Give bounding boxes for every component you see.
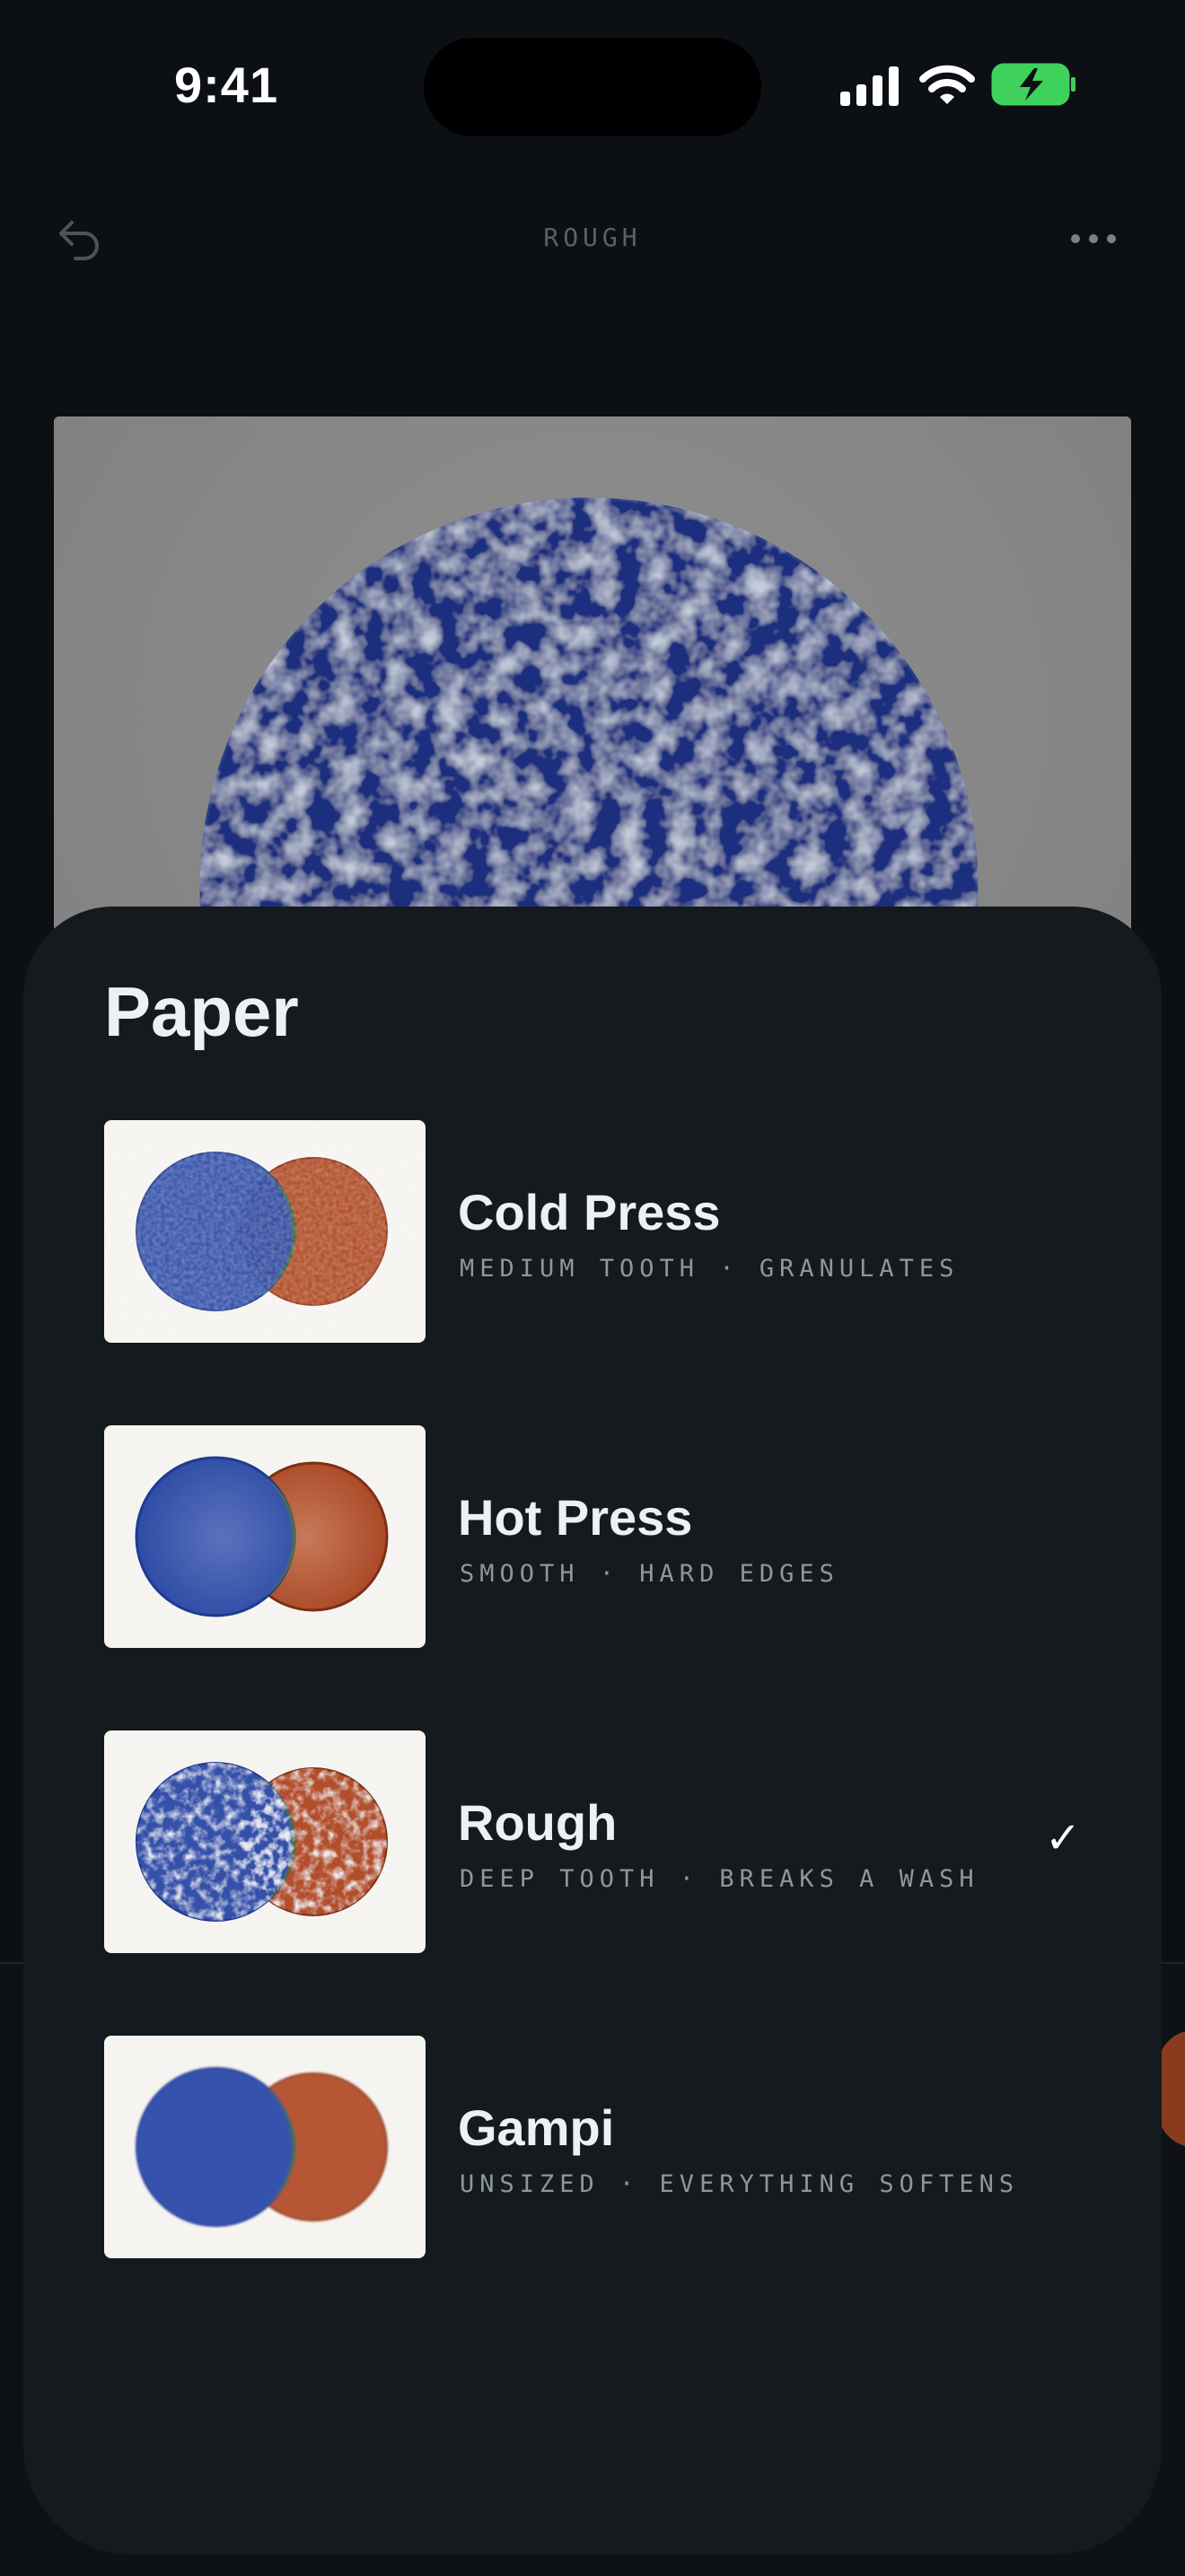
paper-thumbnail xyxy=(104,1730,426,1953)
paper-sheet: Paper Cold Press MEDIUM TOOTH · GRANULAT… xyxy=(23,907,1162,2554)
paper-option-name: Rough xyxy=(458,1794,618,1851)
wifi-icon xyxy=(919,65,975,104)
paper-option-name: Hot Press xyxy=(458,1489,693,1546)
battery-charging-icon xyxy=(991,63,1075,106)
paper-option-rough[interactable]: Rough DEEP TOOTH · BREAKS A WASH ✓ xyxy=(104,1730,1128,1955)
paper-thumbnail xyxy=(104,1120,426,1343)
status-time: 9:41 xyxy=(174,57,279,113)
paper-thumbnail xyxy=(104,1425,426,1648)
screen-title: ROUGH xyxy=(543,223,642,252)
more-icon[interactable] xyxy=(1068,232,1119,246)
dynamic-island xyxy=(424,38,761,136)
paper-option-desc: MEDIUM TOOTH · GRANULATES xyxy=(460,1255,960,1283)
paper-thumbnail xyxy=(104,2036,426,2258)
status-bar: 9:41 xyxy=(0,0,1185,171)
paper-option-name: Cold Press xyxy=(458,1184,721,1240)
paper-option-hot-press[interactable]: Hot Press SMOOTH · HARD EDGES xyxy=(104,1425,1128,1650)
paper-option-desc: UNSIZED · EVERYTHING SOFTENS xyxy=(460,2170,1020,2198)
paper-option-desc: DEEP TOOTH · BREAKS A WASH xyxy=(460,1865,979,1893)
sheet-title: Paper xyxy=(104,972,299,1051)
paper-option-name: Gampi xyxy=(458,2099,615,2156)
selected-checkmark-icon: ✓ xyxy=(1045,1815,1082,1862)
top-bar: ROUGH xyxy=(0,197,1185,278)
paper-option-gampi[interactable]: Gampi UNSIZED · EVERYTHING SOFTENS xyxy=(104,2036,1128,2260)
cellular-signal-icon xyxy=(840,66,899,106)
paper-option-desc: SMOOTH · HARD EDGES xyxy=(460,1560,839,1588)
paper-option-cold-press[interactable]: Cold Press MEDIUM TOOTH · GRANULATES xyxy=(104,1120,1128,1345)
